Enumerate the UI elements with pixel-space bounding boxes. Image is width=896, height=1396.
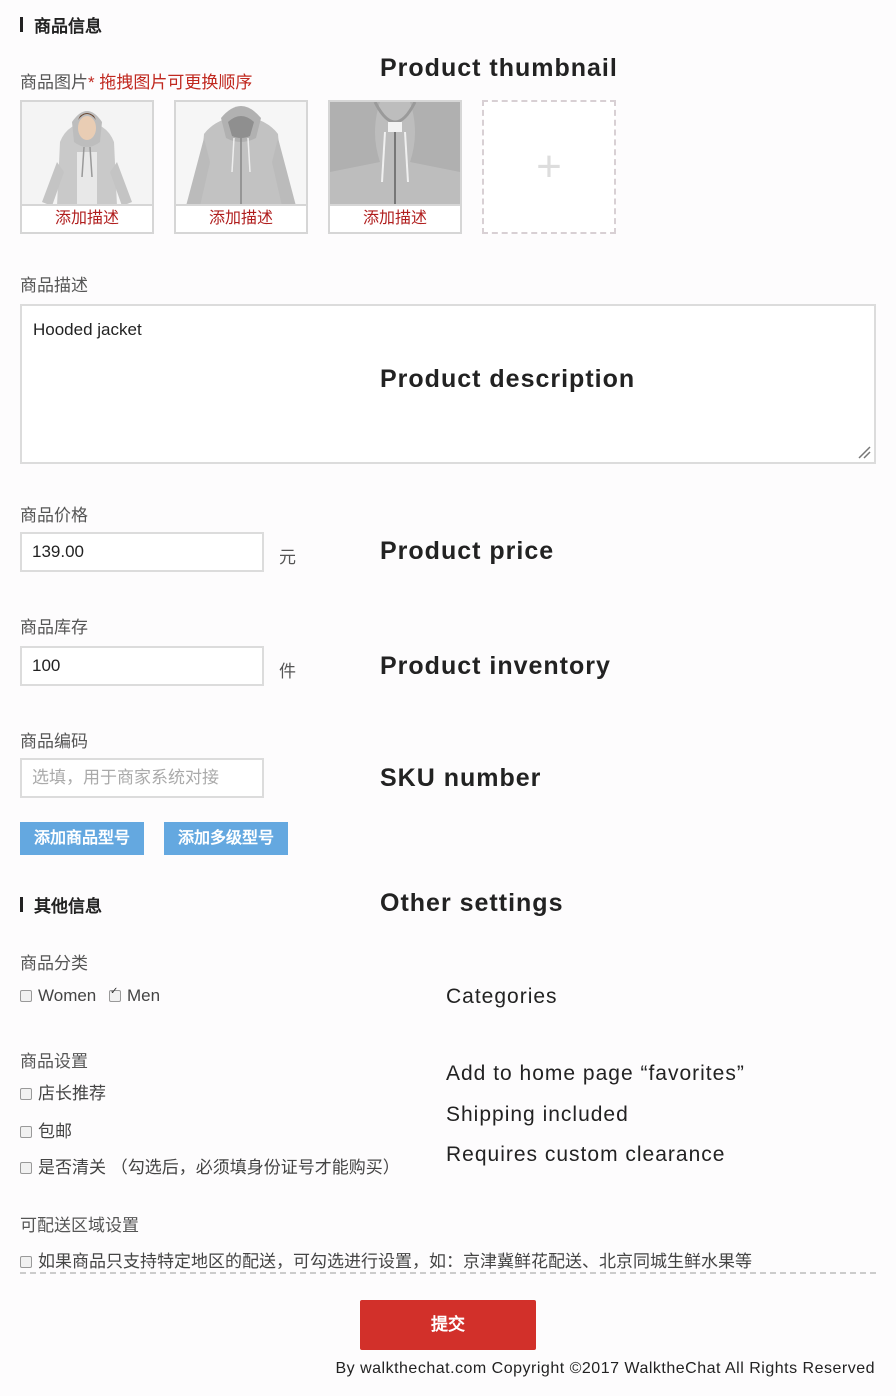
description-label: 商品描述 (20, 276, 88, 295)
section-title-other-info: 其他信息 (20, 892, 102, 917)
annotation-price: Product price (380, 537, 555, 565)
option-label: 是否清关 （勾选后，必须填身份证号才能购买） (38, 1158, 400, 1177)
hoodie-worn-image (22, 102, 152, 206)
annotation-sku: SKU number (380, 764, 542, 792)
option-label: 如果商品只支持特定地区的配送，可勾选进行设置，如：京津冀鲜花配送、北京同城生鲜水… (38, 1252, 752, 1271)
inventory-input[interactable]: 100 (20, 646, 264, 686)
section-marker (20, 17, 23, 32)
footer-copyright: By walkthechat.com Copyright ©2017 Walkt… (335, 1360, 875, 1377)
annotation-inventory: Product inventory (380, 652, 611, 680)
description-value: Hooded jacket (33, 320, 142, 339)
option-label: 包邮 (38, 1122, 72, 1141)
annotation-description: Product description (380, 365, 636, 393)
option-label: 店长推荐 (38, 1084, 106, 1103)
hoodie-front-image (176, 102, 306, 206)
add-description-caption[interactable]: 添加描述 (22, 204, 152, 232)
category-option-men[interactable]: Men (109, 986, 160, 1005)
price-label: 商品价格 (20, 506, 88, 525)
add-description-caption[interactable]: 添加描述 (330, 204, 460, 232)
annotation-shipping: Shipping included (446, 1103, 629, 1126)
hoodie-closeup-image (330, 102, 460, 206)
checkbox-women[interactable] (20, 989, 32, 1002)
images-drag-hint: * 拖拽图片可更换顺序 (88, 73, 253, 92)
section-title-text: 其他信息 (34, 897, 102, 916)
inventory-unit: 件 (279, 662, 296, 681)
category-option-women[interactable]: Women (20, 986, 96, 1005)
annotation-thumbnail: Product thumbnail (380, 54, 618, 82)
option-label: Men (127, 986, 161, 1005)
add-image-button[interactable]: + (482, 100, 616, 234)
setting-customs[interactable]: 是否清关 （勾选后，必须填身份证号才能购买） (20, 1153, 400, 1178)
settings-label: 商品设置 (20, 1052, 88, 1071)
annotation-other: Other settings (380, 889, 564, 917)
sku-label: 商品编码 (20, 732, 88, 751)
product-image-1[interactable]: 添加描述 (20, 100, 154, 234)
sku-input[interactable]: 选填，用于商家系统对接 (20, 758, 264, 798)
resize-handle-icon[interactable] (857, 445, 871, 459)
section-title-text: 商品信息 (34, 17, 102, 36)
product-image-3[interactable]: 添加描述 (328, 100, 462, 234)
category-label: 商品分类 (20, 954, 88, 973)
images-label-row: 商品图片* 拖拽图片可更换顺序 (20, 68, 252, 93)
checkbox-men[interactable] (109, 986, 121, 1002)
add-description-caption[interactable]: 添加描述 (176, 204, 306, 232)
delivery-option[interactable]: 如果商品只支持特定地区的配送，可勾选进行设置，如：京津冀鲜花配送、北京同城生鲜水… (20, 1247, 752, 1272)
inventory-label: 商品库存 (20, 618, 88, 637)
option-label: Women (38, 986, 97, 1005)
checkbox-recommend[interactable] (20, 1087, 32, 1100)
setting-free-shipping[interactable]: 包邮 (20, 1117, 72, 1142)
delivery-label: 可配送区域设置 (20, 1216, 139, 1235)
checkbox-free-shipping[interactable] (20, 1125, 32, 1138)
add-multi-model-button[interactable]: 添加多级型号 (164, 822, 288, 855)
divider (20, 1272, 876, 1274)
section-marker (20, 897, 23, 912)
submit-button[interactable]: 提交 (360, 1300, 536, 1350)
category-options: Women Men (20, 986, 160, 1006)
product-image-2[interactable]: 添加描述 (174, 100, 308, 234)
price-unit: 元 (279, 548, 296, 567)
images-label: 商品图片 (20, 73, 88, 92)
section-title-product-info: 商品信息 (20, 12, 102, 37)
add-model-button[interactable]: 添加商品型号 (20, 822, 144, 855)
annotation-categories: Categories (446, 985, 558, 1008)
checkbox-delivery[interactable] (20, 1255, 32, 1268)
plus-icon: + (536, 142, 562, 191)
annotation-favorites: Add to home page “favorites” (446, 1062, 745, 1085)
price-input[interactable]: 139.00 (20, 532, 264, 572)
setting-recommend[interactable]: 店长推荐 (20, 1079, 106, 1104)
checkbox-customs[interactable] (20, 1161, 32, 1174)
annotation-customs: Requires custom clearance (446, 1143, 726, 1166)
